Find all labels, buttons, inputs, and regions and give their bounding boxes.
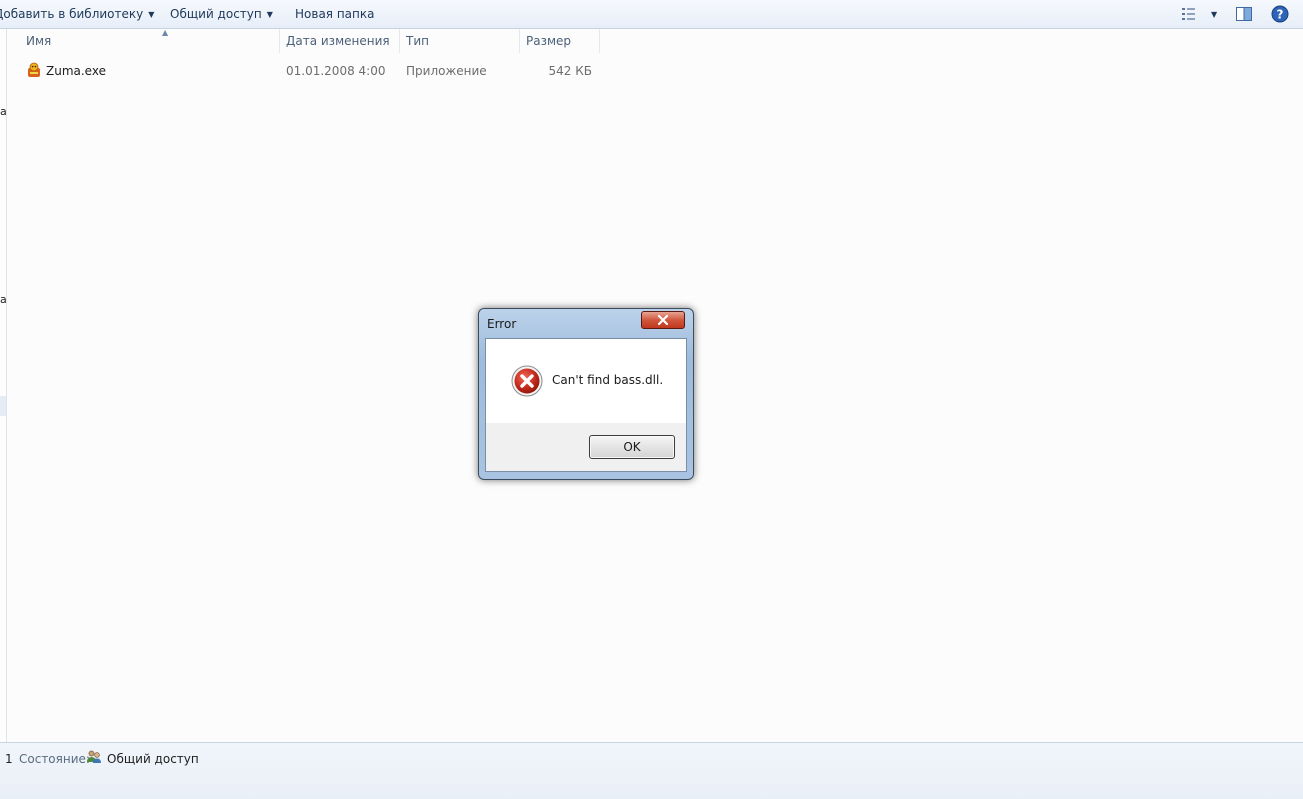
column-header-type-label: Тип [406, 34, 429, 48]
share-label: Общий доступ [170, 7, 262, 21]
file-date: 01.01.2008 4:00 [286, 64, 386, 78]
file-size: 542 КБ [548, 64, 592, 78]
nav-item-fragment[interactable]: а [0, 105, 6, 118]
ok-button[interactable]: OK [589, 435, 675, 459]
item-count: 1 [5, 752, 13, 766]
add-to-library-button[interactable]: Добавить в библиотеку ▼ [0, 5, 154, 23]
column-header-type[interactable]: Тип [400, 29, 520, 53]
chevron-down-icon: ▼ [266, 10, 273, 19]
svg-text:?: ? [1277, 8, 1284, 22]
zuma-app-icon [26, 62, 42, 78]
nav-item-fragment[interactable]: а [0, 293, 6, 306]
column-header-size-label: Размер [526, 34, 572, 48]
view-options-icon[interactable] [1180, 5, 1198, 23]
details-pane: 1 Состояние: Общий доступ [0, 742, 1303, 799]
sort-ascending-icon: ▲ [162, 28, 169, 37]
command-bar: Добавить в библиотеку ▼ Общий доступ ▼ Нов… [0, 0, 1303, 29]
dialog-title: Error [487, 317, 517, 331]
state-label: Состояние: [19, 752, 90, 766]
file-name: Zuma.exe [46, 64, 106, 78]
help-icon[interactable]: ? [1271, 5, 1289, 23]
shared-users-icon [86, 749, 102, 765]
dialog-message: Can't find bass.dll. [552, 373, 664, 387]
preview-pane-icon[interactable] [1235, 5, 1253, 23]
error-dialog: Error Can't find bass.dll. OK [478, 308, 694, 480]
close-icon [657, 314, 669, 326]
view-dropdown-button[interactable]: ▼ [1206, 5, 1217, 23]
dialog-body: Can't find bass.dll. OK [485, 338, 687, 472]
chevron-down-icon: ▼ [148, 10, 155, 19]
chevron-down-icon: ▼ [1211, 10, 1218, 19]
share-button[interactable]: Общий доступ ▼ [170, 5, 273, 23]
error-icon [511, 365, 543, 397]
column-header-size[interactable]: Размер [520, 29, 600, 53]
state-value: Общий доступ [107, 752, 199, 766]
column-header-date[interactable]: Дата изменения [280, 29, 400, 53]
dialog-button-area: OK [486, 423, 686, 471]
nav-item-selected[interactable] [0, 396, 6, 416]
close-button[interactable] [641, 311, 685, 329]
navigation-pane[interactable]: а а [0, 29, 7, 742]
file-type: Приложение [406, 64, 487, 78]
add-to-library-label: Добавить в библиотеку [0, 7, 144, 21]
column-header-name[interactable]: ▲ Имя [20, 28, 280, 53]
file-row[interactable]: Zuma.exe 01.01.2008 4:00 Приложение 542 … [20, 60, 600, 82]
new-folder-button[interactable]: Новая папка [295, 5, 374, 23]
column-header-date-label: Дата изменения [286, 34, 390, 48]
new-folder-label: Новая папка [295, 7, 375, 21]
column-header-name-label: Имя [26, 34, 52, 48]
